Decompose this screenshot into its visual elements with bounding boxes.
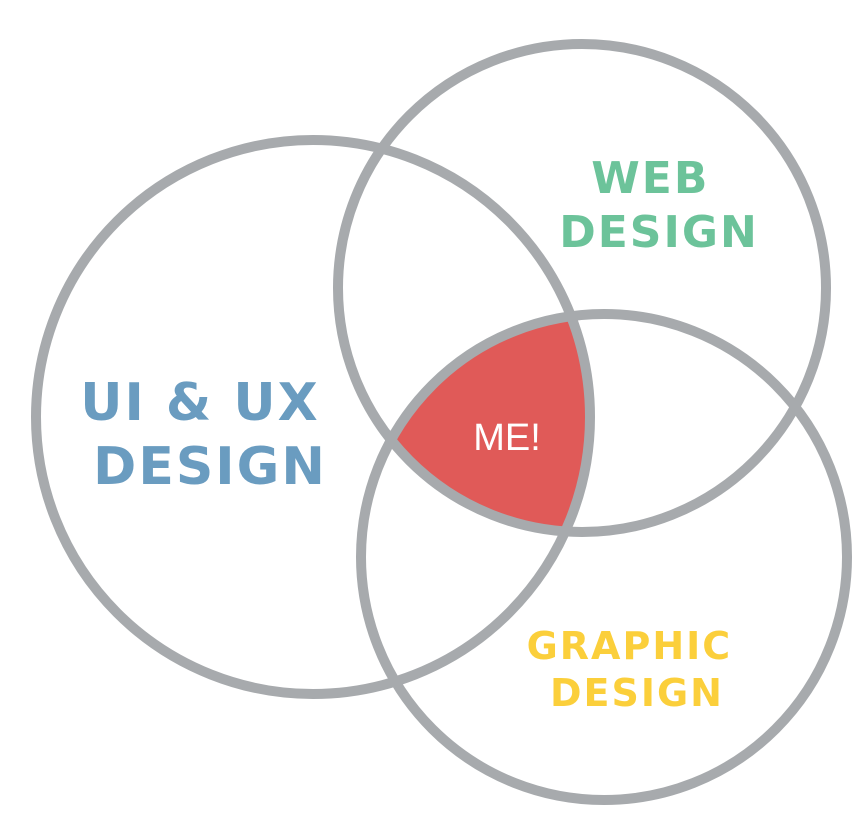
graphic-label-line-1: GRAPHIC bbox=[527, 624, 733, 668]
web-design-label: WEB DESIGN bbox=[559, 153, 759, 258]
me-label: ME! bbox=[473, 417, 541, 459]
ui-ux-design-label: UI & UX DESIGN bbox=[80, 373, 340, 497]
ui-ux-label-line-1: UI & UX bbox=[80, 373, 319, 433]
graphic-label-line-2: DESIGN bbox=[550, 671, 724, 715]
venn-diagram-canvas: UI & UX DESIGN WEB DESIGN GRAPHIC DESIGN… bbox=[0, 0, 868, 828]
ui-ux-label-line-2: DESIGN bbox=[93, 437, 327, 497]
graphic-design-label: GRAPHIC DESIGN bbox=[527, 624, 748, 715]
venn-diagram: UI & UX DESIGN WEB DESIGN GRAPHIC DESIGN… bbox=[31, 39, 852, 805]
graphic-design-circle bbox=[356, 309, 852, 805]
web-label-line-1: WEB bbox=[591, 153, 709, 204]
web-label-line-2: DESIGN bbox=[559, 207, 759, 258]
